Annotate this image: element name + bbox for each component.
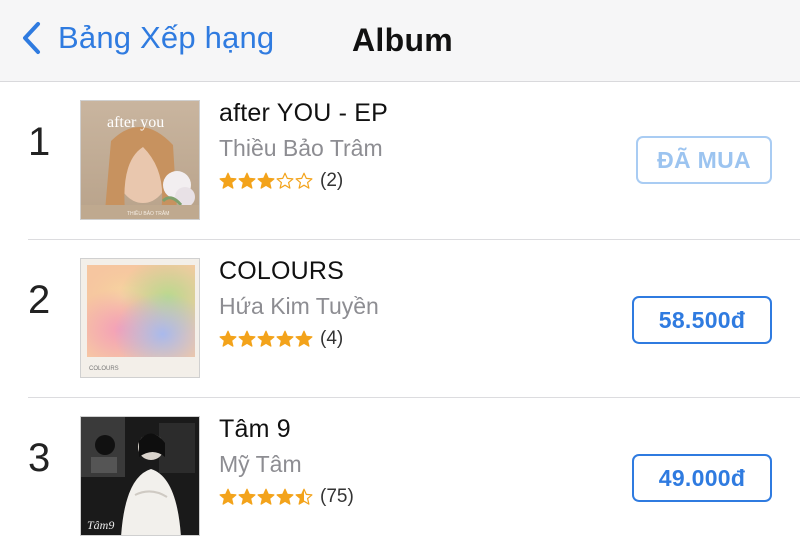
star-half-icon <box>295 488 313 505</box>
star-filled-icon <box>276 330 294 347</box>
star-filled-icon <box>238 488 256 505</box>
album-info: COLOURS Hứa Kim Tuyền (4) <box>219 256 379 351</box>
star-filled-icon <box>257 330 275 347</box>
artist-name: Mỹ Tâm <box>219 451 302 477</box>
rating-count: (4) <box>320 328 344 349</box>
rank-number: 3 <box>28 436 51 480</box>
chevron-left-icon <box>23 22 40 54</box>
star-filled-icon <box>295 330 313 347</box>
star-filled-icon <box>276 488 294 505</box>
star-rating <box>219 488 314 506</box>
star-rating <box>219 172 314 190</box>
star-filled-icon <box>238 330 256 347</box>
back-button-label: Bảng Xếp hạng <box>58 20 275 55</box>
rank-number: 2 <box>28 278 51 322</box>
album-title: Tâm 9 <box>219 415 291 443</box>
album-info: Tâm 9 Mỹ Tâm (75) <box>219 414 354 509</box>
rating-count: (2) <box>320 170 344 191</box>
rating: (75) <box>219 485 354 509</box>
star-empty-icon <box>295 172 313 189</box>
back-button[interactable]: Bảng Xếp hạng <box>20 18 274 58</box>
album-title: COLOURS <box>219 257 345 285</box>
purchased-button[interactable]: ĐÃ MUA <box>636 136 772 184</box>
album-cover: COLOURS <box>80 258 200 378</box>
star-filled-icon <box>219 488 237 505</box>
price-button[interactable]: 49.000đ <box>632 454 772 502</box>
album-row[interactable]: 1 after you THIỀU BẢO TRÂM after YOU - E… <box>0 82 800 240</box>
artist-name: Hứa Kim Tuyền <box>219 293 379 319</box>
rating: (2) <box>219 169 388 193</box>
artist-name: Thiều Bảo Trâm <box>219 135 383 161</box>
album-cover: Tâm9 <box>80 416 200 536</box>
rank-number: 1 <box>28 120 51 164</box>
nav-bar: Bảng Xếp hạng Album <box>0 0 800 82</box>
cover-text: COLOURS <box>89 366 119 372</box>
star-filled-icon <box>257 172 275 189</box>
album-title: after YOU - EP <box>219 99 389 127</box>
album-row[interactable]: 2 COLOURS COLOURS Hứa Kim Tuyền (4) 58.5… <box>0 240 800 398</box>
album-row[interactable]: 3 Tâm9 Tâm 9 Mỹ Tâm (75) 49.000đ <box>0 398 800 556</box>
star-rating <box>219 330 314 348</box>
price-button[interactable]: 58.500đ <box>632 296 772 344</box>
album-cover: after you THIỀU BẢO TRÂM <box>80 100 200 220</box>
rating: (4) <box>219 327 379 351</box>
rating-count: (75) <box>320 486 354 507</box>
cover-text: after you <box>107 114 164 131</box>
cover-text: Tâm9 <box>87 518 114 532</box>
album-info: after YOU - EP Thiều Bảo Trâm (2) <box>219 98 388 193</box>
star-filled-icon <box>238 172 256 189</box>
star-filled-icon <box>219 330 237 347</box>
page-title: Album <box>352 22 454 58</box>
cover-subtext: THIỀU BẢO TRÂM <box>127 210 169 217</box>
star-empty-icon <box>276 172 294 189</box>
star-filled-icon <box>219 172 237 189</box>
star-filled-icon <box>257 488 275 505</box>
